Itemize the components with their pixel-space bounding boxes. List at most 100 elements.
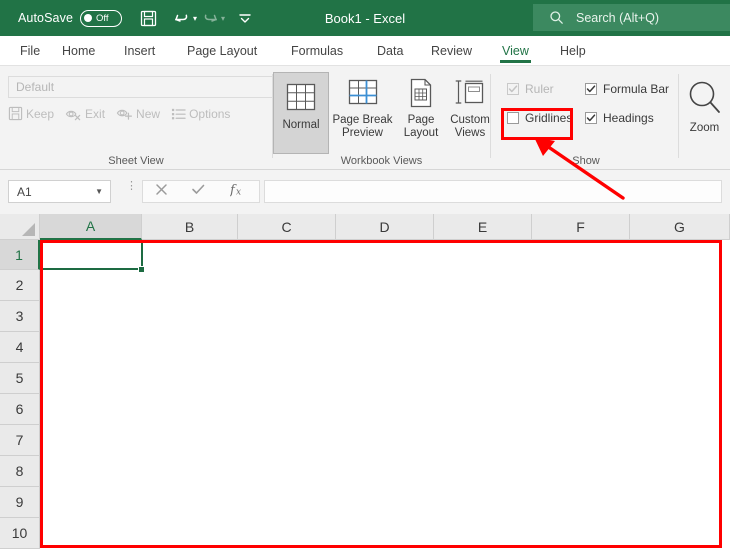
cancel-x-icon[interactable] bbox=[155, 183, 168, 201]
undo-dropdown-caret[interactable]: ▾ bbox=[193, 14, 197, 23]
ribbon-group-zoom: Zoom bbox=[679, 66, 730, 170]
column-header-d[interactable]: D bbox=[336, 214, 434, 240]
search-box[interactable]: Search (Alt+Q) bbox=[533, 4, 730, 31]
redo-dropdown-caret: ▾ bbox=[221, 13, 226, 23]
normal-view-button[interactable]: Normal bbox=[273, 72, 329, 154]
row-header-4[interactable]: 4 bbox=[0, 332, 40, 363]
formula-bar-checkbox[interactable]: Formula Bar bbox=[585, 82, 669, 96]
column-header-g[interactable]: G bbox=[630, 214, 730, 240]
formula-bar-drag-handle[interactable]: ⋮ bbox=[126, 181, 137, 192]
normal-view-icon bbox=[284, 77, 318, 119]
custom-views-label-2: Views bbox=[454, 127, 486, 139]
sheet-view-combo-value: Default bbox=[16, 80, 55, 94]
checkbox-box[interactable] bbox=[585, 83, 597, 95]
zoom-button[interactable]: Zoom bbox=[679, 74, 730, 134]
sheet-view-group-label: Sheet View bbox=[108, 155, 164, 167]
page-break-preview-button[interactable]: Page Break Preview bbox=[331, 72, 394, 140]
row-header-8[interactable]: 8 bbox=[0, 456, 40, 487]
page-break-preview-icon bbox=[346, 72, 380, 114]
eye-exit-icon bbox=[65, 107, 82, 121]
customize-quick-access-toolbar-icon[interactable] bbox=[237, 11, 253, 25]
ribbon-group-sheet-view: Default ▾ Keep Exit bbox=[0, 66, 286, 170]
tab-insert[interactable]: Insert bbox=[122, 36, 157, 66]
column-header-b[interactable]: B bbox=[142, 214, 238, 240]
column-header-e[interactable]: E bbox=[434, 214, 532, 240]
gridlines-checkbox[interactable]: Gridlines bbox=[507, 111, 572, 125]
sheet-view-buttons: Keep Exit New Options bbox=[8, 106, 241, 121]
row-header-2[interactable]: 2 bbox=[0, 270, 40, 301]
page-layout-label-2: Layout bbox=[403, 127, 439, 139]
row-header-9[interactable]: 9 bbox=[0, 487, 40, 518]
enter-check-icon[interactable] bbox=[191, 183, 206, 201]
row-header-1[interactable]: 1 bbox=[0, 240, 40, 270]
svg-text:x: x bbox=[236, 187, 241, 197]
page-layout-button[interactable]: Page Layout bbox=[397, 72, 445, 140]
formula-input[interactable] bbox=[264, 180, 722, 203]
row-header-5[interactable]: 5 bbox=[0, 363, 40, 394]
undo-icon[interactable] bbox=[173, 10, 191, 26]
name-box-value: A1 bbox=[17, 184, 32, 199]
sheet-view-options-label: Options bbox=[189, 106, 231, 121]
ruler-label: Ruler bbox=[525, 82, 554, 96]
tab-help[interactable]: Help bbox=[558, 36, 588, 66]
row-header-10[interactable]: 10 bbox=[0, 518, 40, 549]
ribbon-group-workbook-views: Normal Page Break Preview Page Layout Cu… bbox=[273, 66, 490, 170]
ribbon-group-show: Ruler Formula Bar Gridlines Headings Sho… bbox=[491, 66, 678, 170]
row-header-3[interactable]: 3 bbox=[0, 301, 40, 332]
cells-area[interactable] bbox=[40, 240, 730, 554]
excel-window: AutoSave Off ▾ ▾ Book1 - Excel Search (A… bbox=[0, 0, 730, 554]
tab-data[interactable]: Data bbox=[375, 36, 405, 66]
active-cell-a1[interactable] bbox=[41, 240, 143, 270]
workbook-views-group-label: Workbook Views bbox=[340, 155, 423, 167]
row-header-6[interactable]: 6 bbox=[0, 394, 40, 425]
headings-label: Headings bbox=[603, 111, 654, 125]
search-icon bbox=[549, 10, 564, 25]
save-icon[interactable] bbox=[140, 10, 157, 27]
autosave-state-label: Off bbox=[96, 12, 109, 24]
page-layout-label-1: Page bbox=[407, 114, 435, 126]
sheet-view-keep-button: Keep bbox=[8, 106, 54, 121]
column-header-a[interactable]: A bbox=[40, 214, 142, 240]
show-group-label: Show bbox=[572, 155, 600, 167]
checkbox-box[interactable] bbox=[585, 112, 597, 124]
autosave-label: AutoSave bbox=[18, 11, 74, 25]
redo-icon bbox=[201, 10, 219, 26]
select-all-corner-icon[interactable] bbox=[0, 214, 40, 240]
headings-checkbox[interactable]: Headings bbox=[585, 111, 654, 125]
page-break-preview-label-2: Preview bbox=[342, 127, 383, 139]
ruler-checkbox: Ruler bbox=[507, 82, 554, 96]
autosave-switch-knob bbox=[84, 14, 93, 22]
sheet-view-new-button: New bbox=[116, 107, 160, 121]
row-header-7[interactable]: 7 bbox=[0, 425, 40, 456]
chevron-down-icon[interactable]: ▼ bbox=[95, 187, 103, 196]
autosave-switch[interactable]: Off bbox=[80, 9, 123, 27]
name-box[interactable]: A1 ▼ bbox=[8, 180, 111, 203]
tab-home[interactable]: Home bbox=[60, 36, 97, 66]
tab-page-layout[interactable]: Page Layout bbox=[185, 36, 259, 66]
autosave-toggle[interactable]: AutoSave Off bbox=[18, 9, 123, 27]
checkbox-box[interactable] bbox=[507, 112, 519, 124]
column-header-f[interactable]: F bbox=[532, 214, 630, 240]
custom-views-label-1: Custom bbox=[450, 114, 490, 126]
corner-triangle bbox=[22, 223, 35, 236]
sheet-view-exit-button: Exit bbox=[65, 107, 105, 121]
search-input[interactable]: Search (Alt+Q) bbox=[576, 11, 659, 25]
sheet-view-options-button: Options bbox=[171, 107, 230, 121]
page-break-preview-label-1: Page Break bbox=[332, 114, 393, 126]
sheet-view-new-label: New bbox=[136, 106, 161, 121]
tab-review[interactable]: Review bbox=[429, 36, 474, 66]
sheet-view-exit-label: Exit bbox=[85, 106, 106, 121]
fx-insert-function-icon[interactable]: fx bbox=[229, 182, 247, 202]
list-options-icon bbox=[171, 107, 186, 121]
tab-view[interactable]: View bbox=[500, 36, 531, 66]
custom-views-icon bbox=[454, 72, 486, 114]
tab-file[interactable]: File bbox=[18, 36, 42, 66]
custom-views-button[interactable]: Custom Views bbox=[445, 72, 495, 140]
save-icon bbox=[8, 106, 23, 121]
tab-formulas[interactable]: Formulas bbox=[289, 36, 345, 66]
fill-handle[interactable] bbox=[138, 266, 145, 273]
column-header-c[interactable]: C bbox=[238, 214, 336, 240]
eye-new-icon bbox=[116, 107, 133, 121]
page-layout-icon bbox=[406, 72, 436, 114]
sheet-view-combo[interactable]: Default ▾ bbox=[8, 76, 286, 98]
